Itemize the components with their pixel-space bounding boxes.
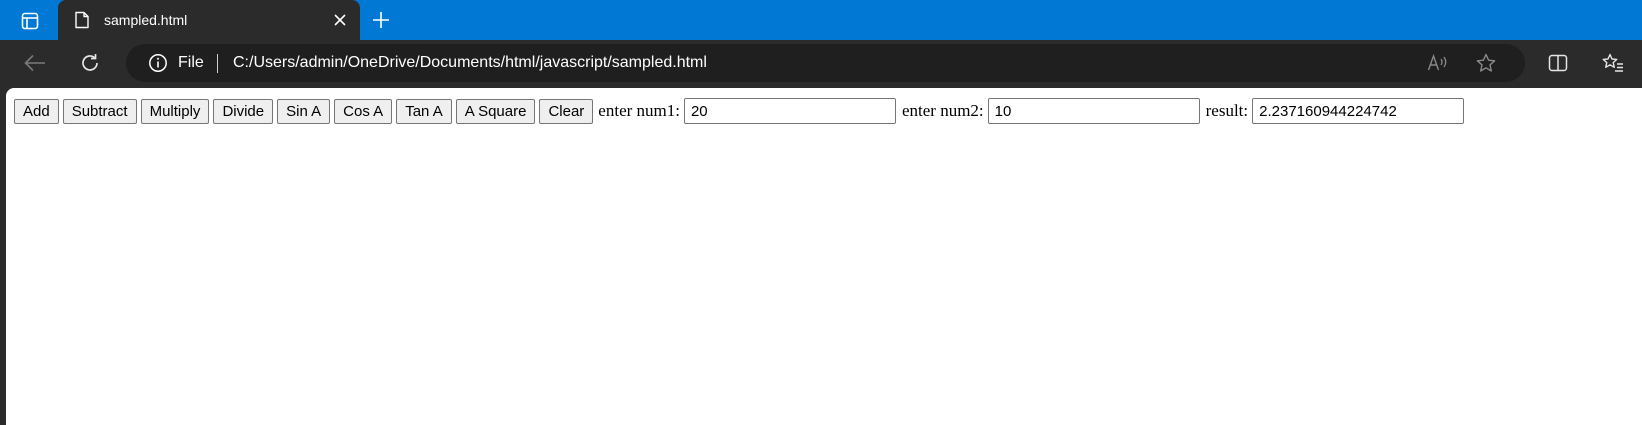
close-icon [334, 14, 346, 26]
tab-title: sampled.html [104, 12, 188, 28]
num1-label: enter num1: [598, 101, 680, 120]
tab-bar: sampled.html [0, 0, 1642, 40]
num2-label: enter num2: [901, 101, 984, 120]
scheme-label: File [178, 54, 204, 71]
tan-button[interactable]: Tan A [396, 98, 452, 124]
address-divider [217, 54, 218, 73]
address-bar[interactable]: File C:/Users/admin/OneDrive/Documents/h… [126, 44, 1525, 82]
calculator-form: Add Subtract Multiply Divide Sin A Cos A… [14, 98, 1469, 124]
split-screen-icon [1548, 54, 1568, 72]
sin-button[interactable]: Sin A [277, 98, 331, 124]
star-icon [1476, 53, 1496, 72]
num2-input[interactable] [987, 98, 1200, 124]
browser-toolbar: File C:/Users/admin/OneDrive/Documents/h… [0, 40, 1642, 86]
plus-icon [373, 12, 389, 28]
clear-button[interactable]: Clear [539, 98, 594, 124]
new-tab-button[interactable] [368, 7, 394, 33]
back-arrow-icon [24, 54, 45, 72]
read-aloud-button[interactable] [1426, 52, 1450, 74]
reload-button[interactable] [76, 50, 104, 76]
file-icon [75, 11, 89, 29]
page-content: Add Subtract Multiply Divide Sin A Cos A… [6, 88, 1642, 425]
result-field[interactable] [1252, 98, 1465, 124]
subtract-button[interactable]: Subtract [62, 98, 137, 124]
num1-input[interactable] [683, 98, 896, 124]
favorites-button[interactable] [1600, 51, 1626, 75]
info-icon[interactable] [148, 53, 168, 73]
tab-actions-icon [21, 12, 39, 30]
add-favorite-button[interactable] [1474, 52, 1498, 74]
favorites-icon [1602, 53, 1623, 72]
url-text[interactable]: C:/Users/admin/OneDrive/Documents/html/j… [233, 54, 707, 72]
result-label: result: [1205, 101, 1249, 120]
tab-actions-button[interactable] [12, 8, 48, 34]
split-screen-button[interactable] [1545, 51, 1571, 75]
square-button[interactable]: A Square [455, 98, 536, 124]
close-tab-button[interactable] [330, 10, 350, 30]
add-button[interactable]: Add [14, 98, 59, 124]
reload-icon [82, 54, 98, 71]
cos-button[interactable]: Cos A [334, 98, 393, 124]
read-aloud-icon [1427, 54, 1447, 71]
browser-tab[interactable]: sampled.html [58, 0, 360, 40]
multiply-button[interactable]: Multiply [140, 98, 210, 124]
back-button[interactable] [21, 50, 49, 76]
divide-button[interactable]: Divide [213, 98, 274, 124]
